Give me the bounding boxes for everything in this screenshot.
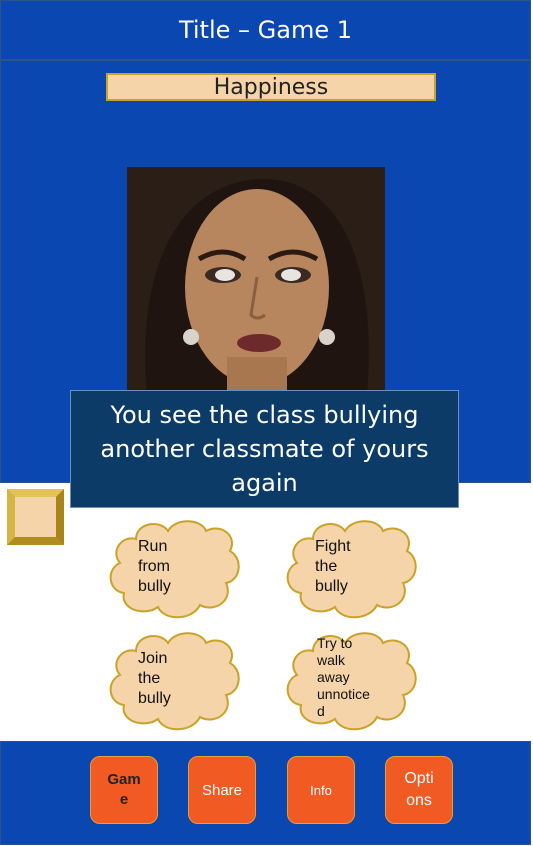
choice-walk-away-unnoticed[interactable]: Try to walk away unnotice d (283, 629, 419, 733)
side-square-button[interactable] (7, 489, 64, 545)
choice-label: Try to walk away unnotice d (317, 635, 370, 719)
nav-info-button[interactable]: Info (287, 756, 355, 824)
character-portrait (127, 167, 385, 395)
choice-run-from-bully[interactable]: Run from bully (106, 517, 242, 621)
choice-label: Join the bully (138, 650, 171, 707)
nav-options-button[interactable]: Opti ons (385, 756, 453, 824)
choice-join-the-bully[interactable]: Join the bully (106, 629, 242, 733)
happiness-meter: Happiness (106, 73, 436, 101)
nav-share-button[interactable]: Share (188, 756, 256, 824)
bottom-nav-bar: Gam e Share Info Opti ons (0, 741, 531, 845)
choice-label: Fight the bully (315, 538, 351, 595)
header-bar: Title – Game 1 (0, 0, 531, 60)
choice-label: Run from bully (138, 538, 171, 595)
nav-game-button[interactable]: Gam e (90, 756, 158, 824)
scenario-prompt: You see the class bullying another class… (70, 390, 459, 508)
page-title: Title – Game 1 (178, 16, 353, 44)
choice-fight-the-bully[interactable]: Fight the bully (283, 517, 419, 621)
